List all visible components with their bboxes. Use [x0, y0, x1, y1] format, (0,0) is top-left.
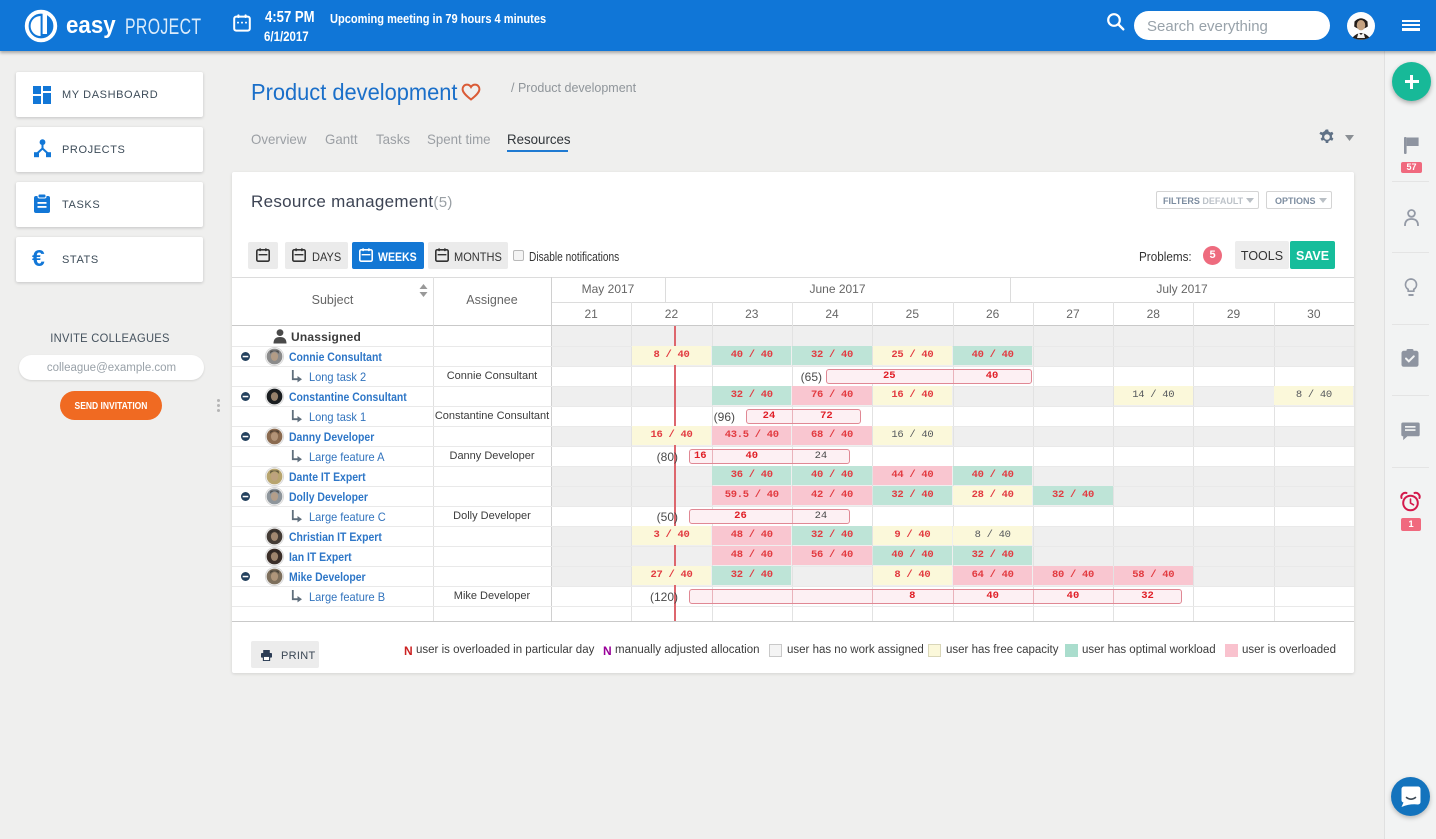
- svg-text:€: €: [32, 246, 45, 270]
